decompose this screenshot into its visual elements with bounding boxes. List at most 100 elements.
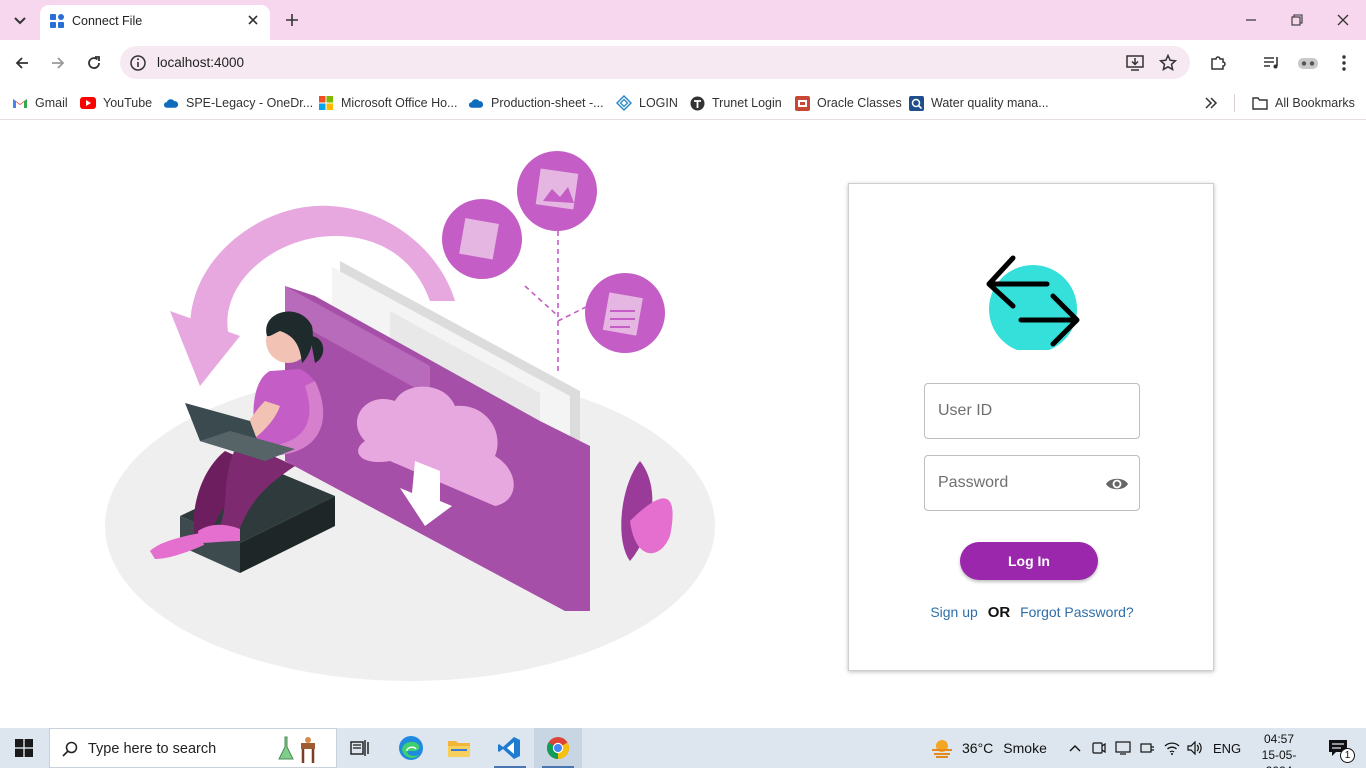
bookmark-youtube[interactable]: YouTube — [80, 92, 152, 114]
tray-battery-button[interactable] — [1137, 728, 1157, 768]
tray-meet-button[interactable] — [1089, 728, 1109, 768]
bookmark-trunet-login[interactable]: Trunet Login — [689, 92, 782, 114]
password-placeholder: Password — [938, 474, 1009, 491]
bookmark-label: Oracle Classes — [817, 96, 902, 110]
restore-icon — [1291, 14, 1303, 26]
new-tab-button[interactable] — [282, 10, 302, 30]
webcam-icon — [1092, 742, 1106, 754]
forgot-password-link[interactable]: Forgot Password? — [1020, 604, 1134, 620]
browser-menu-button[interactable] — [1332, 51, 1356, 75]
weather-temperature: 36°C — [962, 740, 994, 756]
show-password-eye-icon[interactable] — [1105, 474, 1129, 494]
or-separator: OR — [987, 604, 1011, 621]
active-tab[interactable]: Connect File — [40, 5, 270, 40]
close-icon — [1337, 14, 1349, 26]
notification-center-button[interactable]: 1 — [1318, 728, 1358, 768]
site-info-icon[interactable] — [129, 54, 147, 72]
bookmark-production-sheet[interactable]: Production-sheet -... — [468, 92, 604, 114]
search-highlight-icon — [278, 736, 315, 763]
notification-count-badge: 1 — [1340, 748, 1355, 763]
install-app-button[interactable] — [1124, 52, 1146, 74]
file-explorer-button[interactable] — [436, 728, 482, 768]
minimize-button[interactable] — [1239, 8, 1263, 32]
weather-description: Smoke — [1003, 740, 1047, 756]
bookmark-oracle-classes[interactable]: Oracle Classes — [794, 92, 902, 114]
star-icon — [1159, 54, 1177, 72]
edge-app-button[interactable] — [388, 728, 434, 768]
install-icon — [1126, 55, 1144, 71]
tab-strip: Connect File — [0, 0, 1366, 40]
bookmark-label: LOGIN — [639, 96, 678, 110]
back-button[interactable] — [10, 51, 34, 75]
search-icon — [62, 741, 78, 757]
all-bookmarks-label: All Bookmarks — [1275, 96, 1355, 110]
clock[interactable]: 04:57 15-05-2024 — [1250, 731, 1308, 768]
folder-icon — [448, 741, 470, 757]
profile-button[interactable] — [1296, 51, 1320, 75]
chevron-up-icon — [1069, 745, 1081, 752]
edge-icon — [399, 736, 423, 760]
tab-search-button[interactable] — [8, 9, 32, 33]
bookmark-star-button[interactable] — [1157, 52, 1179, 74]
password-field[interactable]: Password — [924, 455, 1140, 511]
extensions-button[interactable] — [1206, 51, 1230, 75]
reload-button[interactable] — [82, 51, 106, 75]
task-view-icon — [350, 740, 369, 756]
bookmark-spe-legacy[interactable]: SPE-Legacy - OneDr... — [163, 92, 313, 114]
bookmark-label: SPE-Legacy - OneDr... — [186, 96, 314, 110]
tab-close-button[interactable] — [244, 11, 262, 29]
restore-button[interactable] — [1285, 8, 1309, 32]
app-grid-icon — [50, 14, 64, 28]
task-view-button[interactable] — [340, 728, 380, 768]
bookmark-label: Microsoft Office Ho... — [341, 96, 458, 110]
arrow-left-icon — [15, 57, 28, 69]
tab-title: Connect File — [72, 14, 143, 28]
user-id-field[interactable]: User ID — [924, 383, 1140, 439]
browser-toolbar: localhost:4000 — [0, 40, 1366, 86]
signup-link[interactable]: Sign up — [930, 604, 977, 620]
bookmark-microsoft-office[interactable]: Microsoft Office Ho... — [318, 92, 457, 114]
bookmark-water-quality[interactable]: Water quality mana... — [908, 92, 1049, 114]
show-hidden-icons-button[interactable] — [1064, 728, 1086, 768]
media-control-button[interactable] — [1260, 51, 1284, 75]
oracle-icon — [794, 95, 810, 111]
puzzle-icon — [1211, 56, 1226, 70]
bookmark-gmail[interactable]: Gmail — [12, 92, 68, 114]
login-button[interactable]: Log In — [960, 542, 1098, 580]
address-bar[interactable]: localhost:4000 — [120, 46, 1190, 79]
user-id-placeholder: User ID — [938, 402, 993, 419]
water-quality-icon — [908, 95, 924, 111]
taskbar-search-box[interactable]: Type here to search — [49, 728, 337, 768]
bookmark-label: Production-sheet -... — [491, 96, 604, 110]
clock-date: 15-05-2024 — [1261, 748, 1297, 768]
bookmarks-overflow-button[interactable] — [1204, 92, 1218, 114]
forward-button[interactable] — [46, 51, 70, 75]
bookmark-login[interactable]: LOGIN — [616, 92, 678, 114]
auth-links: Sign up OR Forgot Password? — [849, 604, 1215, 621]
clock-time: 04:57 — [1263, 732, 1295, 746]
gmail-icon — [12, 95, 28, 111]
chrome-icon — [547, 737, 569, 759]
close-window-button[interactable] — [1331, 8, 1355, 32]
all-bookmarks-button[interactable]: All Bookmarks — [1252, 92, 1355, 114]
onedrive-icon — [468, 95, 484, 111]
input-language[interactable]: ENG — [1213, 741, 1241, 756]
tray-device-button[interactable] — [1113, 728, 1133, 768]
weather-widget[interactable]: 36°C Smoke — [930, 728, 1050, 768]
page-content: User ID Password Log In Sign up OR Forgo… — [0, 121, 1366, 728]
tray-volume-button[interactable] — [1185, 728, 1205, 768]
chrome-app-button[interactable] — [534, 728, 582, 768]
minimize-icon — [1246, 19, 1256, 21]
tray-network-button[interactable] — [1161, 728, 1183, 768]
chevron-down-icon — [14, 17, 26, 25]
bookmarks-divider — [1234, 94, 1235, 112]
reload-icon — [88, 56, 100, 69]
volume-icon — [1187, 741, 1202, 755]
login-site-icon — [616, 95, 632, 111]
weather-smoke-icon — [932, 740, 952, 758]
windows-logo-icon — [15, 739, 33, 757]
media-list-icon — [1264, 57, 1278, 69]
more-vert-icon — [1342, 55, 1346, 71]
start-button[interactable] — [0, 728, 48, 768]
vscode-app-button[interactable] — [486, 728, 532, 768]
